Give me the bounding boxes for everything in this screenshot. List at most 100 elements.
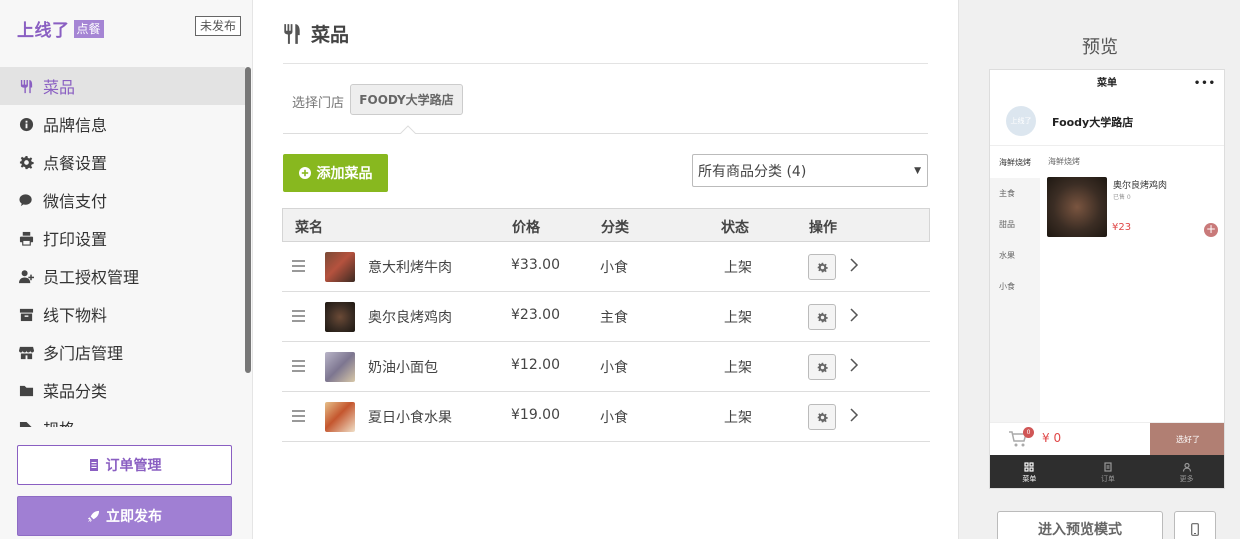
dish-table: 菜名 价格 分类 状态 操作 意大利烤牛肉 ¥33.00 小食 上架 奥尔良烤鸡… xyxy=(282,208,930,442)
sidebar-item-order-settings[interactable]: 点餐设置 xyxy=(0,143,245,181)
phone-tab-bar: 菜单 订单 更多 xyxy=(990,455,1224,488)
dish-name: 夏日小食水果 xyxy=(368,410,452,426)
dish-name: 奶油小面包 xyxy=(368,360,438,376)
dish-thumbnail xyxy=(325,252,355,282)
document-icon xyxy=(89,459,98,471)
drag-handle-icon[interactable] xyxy=(292,410,305,422)
phone-tab-menu[interactable]: 菜单 xyxy=(990,455,1069,488)
phone-dish-sold: 已售 0 xyxy=(1113,194,1131,201)
more-dots-icon[interactable]: ••• xyxy=(1194,70,1216,98)
chevron-right-icon[interactable] xyxy=(849,407,859,423)
brand[interactable]: 上线了 点餐 xyxy=(17,16,104,41)
table-row: 意大利烤牛肉 ¥33.00 小食 上架 xyxy=(282,242,930,292)
grid-icon xyxy=(1024,461,1034,472)
preview-title: 预览 xyxy=(1082,37,1118,58)
phone-tab-label: 更多 xyxy=(1179,474,1194,483)
chevron-right-icon[interactable] xyxy=(849,257,859,273)
store-icon xyxy=(18,344,34,360)
gear-icon xyxy=(817,412,828,422)
column-header-name: 菜名 xyxy=(295,220,323,236)
sidebar-item-brand-info[interactable]: 品牌信息 xyxy=(0,105,245,143)
column-header-status: 状态 xyxy=(721,220,749,236)
dish-thumbnail xyxy=(325,302,355,332)
sidebar-item-label: 点餐设置 xyxy=(43,154,108,173)
cutlery-icon xyxy=(284,23,300,44)
phone-category-item[interactable]: 水果 xyxy=(990,240,1040,271)
row-settings-button[interactable] xyxy=(808,354,836,380)
sidebar-item-label: 多门店管理 xyxy=(43,344,124,363)
phone-dish-price: ¥23 xyxy=(1112,222,1132,233)
phone-cart-bar: 0 ¥ 0 选好了 xyxy=(990,422,1224,456)
drag-handle-icon[interactable] xyxy=(292,360,305,372)
dropdown-arrow-icon: ▼ xyxy=(914,165,921,176)
phone-category-item[interactable]: 小食 xyxy=(990,271,1040,302)
chevron-right-icon[interactable] xyxy=(849,357,859,373)
cutlery-icon xyxy=(18,78,34,94)
sidebar-item-staff-auth[interactable]: 员工授权管理 xyxy=(0,257,245,295)
page-header: 菜品 xyxy=(283,20,349,47)
phone-tab-label: 订单 xyxy=(1101,474,1115,483)
dish-price: ¥23.00 xyxy=(511,307,560,323)
folder-icon xyxy=(18,382,34,398)
row-settings-button[interactable] xyxy=(808,404,836,430)
chevron-right-icon[interactable] xyxy=(849,307,859,323)
divider xyxy=(283,133,928,134)
category-filter-value: 所有商品分类 (4) xyxy=(698,163,807,180)
order-management-button[interactable]: 订单管理 xyxy=(17,445,232,485)
table-header: 菜名 价格 分类 状态 操作 xyxy=(282,208,930,242)
divider xyxy=(283,63,928,64)
row-settings-button[interactable] xyxy=(808,254,836,280)
drag-handle-icon[interactable] xyxy=(292,310,305,322)
dish-status: 上架 xyxy=(724,260,752,276)
sidebar-item-label: 微信支付 xyxy=(43,192,108,211)
phone-header: 菜单 ••• xyxy=(990,70,1224,98)
store-tab-foody[interactable]: FOODY大学路店 xyxy=(350,84,463,115)
sidebar-scrollbar[interactable] xyxy=(245,67,251,373)
status-badge: 未发布 xyxy=(195,16,242,36)
add-to-cart-icon[interactable]: + xyxy=(1204,223,1218,237)
sidebar-item-offline-materials[interactable]: 线下物料 xyxy=(0,295,245,333)
dish-thumbnail xyxy=(325,352,355,382)
row-settings-button[interactable] xyxy=(808,304,836,330)
gear-icon xyxy=(18,154,34,170)
dish-status: 上架 xyxy=(724,360,752,376)
gear-icon xyxy=(817,362,828,372)
sidebar-item-dish-categories[interactable]: 菜品分类 xyxy=(0,371,245,409)
dish-status: 上架 xyxy=(724,310,752,326)
dish-status: 上架 xyxy=(724,410,752,426)
checkout-button[interactable]: 选好了 xyxy=(1150,423,1224,456)
phone-preview: 菜单 ••• 上线了 Foody大学路店 海鲜烧烤 主食 甜品 水果 小食 海鲜… xyxy=(989,69,1225,489)
phone-menu-body: 海鲜烧烤 主食 甜品 水果 小食 海鲜烧烤 奥尔良烤鸡肉 已售 0 ¥23 + xyxy=(990,147,1224,422)
phone-tab-more[interactable]: 更多 xyxy=(1147,455,1224,488)
phone-tab-orders[interactable]: 订单 xyxy=(1069,455,1148,488)
sidebar-item-wechat-pay[interactable]: 微信支付 xyxy=(0,181,245,219)
phone-category-item[interactable]: 主食 xyxy=(990,178,1040,209)
printer-icon xyxy=(18,230,34,246)
enter-preview-button[interactable]: 进入预览模式 xyxy=(997,511,1163,539)
add-dish-button[interactable]: 添加菜品 xyxy=(283,154,388,192)
sidebar-item-print-settings[interactable]: 打印设置 xyxy=(0,219,245,257)
rocket-icon xyxy=(87,510,100,522)
store-select-label: 选择门店 xyxy=(292,96,345,111)
page-title: 菜品 xyxy=(311,24,350,46)
publish-button[interactable]: 立即发布 xyxy=(17,496,232,536)
mobile-preview-button[interactable] xyxy=(1174,511,1216,539)
table-row: 夏日小食水果 ¥19.00 小食 上架 xyxy=(282,392,930,442)
category-filter-select[interactable]: 所有商品分类 (4) ▼ xyxy=(692,154,928,187)
sidebar-item-dishes[interactable]: 菜品 xyxy=(0,67,245,105)
store-avatar: 上线了 xyxy=(1006,106,1036,136)
phone-dish-name: 奥尔良烤鸡肉 xyxy=(1113,181,1168,191)
dish-category: 小食 xyxy=(600,260,628,276)
main-content: 菜品 选择门店 FOODY大学路店 添加菜品 所有商品分类 (4) ▼ 菜名 价… xyxy=(253,0,958,539)
info-icon xyxy=(18,116,34,132)
phone-store-name: Foody大学路店 xyxy=(1052,116,1134,129)
sidebar-item-specs[interactable]: 规格 xyxy=(0,409,245,427)
phone-category-item[interactable]: 甜品 xyxy=(990,209,1040,240)
sidebar-item-label: 规格 xyxy=(43,416,75,427)
dish-category: 主食 xyxy=(600,310,628,326)
caret-up-icon xyxy=(400,125,416,134)
drag-handle-icon[interactable] xyxy=(292,260,305,272)
publish-label: 立即发布 xyxy=(106,509,162,525)
phone-category-item[interactable]: 海鲜烧烤 xyxy=(990,147,1040,178)
sidebar-item-multi-store[interactable]: 多门店管理 xyxy=(0,333,245,371)
